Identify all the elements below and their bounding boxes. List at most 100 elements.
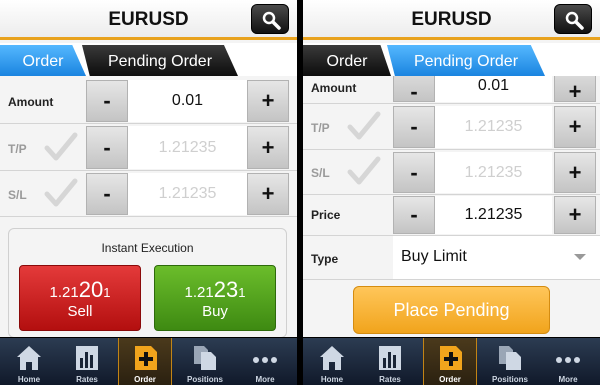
rates-icon xyxy=(379,346,401,370)
sell-price: 1.21201 xyxy=(20,277,140,303)
type-select[interactable]: Buy Limit xyxy=(393,236,600,279)
nav-order-label: Order xyxy=(439,375,461,384)
nav-rates[interactable]: Rates xyxy=(363,338,417,385)
amount-field[interactable]: 0.01 xyxy=(128,80,247,122)
bottom-nav: Home Rates Order Positions More xyxy=(303,337,600,385)
amount-field[interactable]: 0.01 xyxy=(435,76,552,102)
nav-home[interactable]: Home xyxy=(2,338,56,385)
sl-checkbox-icon[interactable] xyxy=(347,155,381,187)
bottom-nav: Home Rates Order Positions More xyxy=(0,337,297,385)
instant-execution-panel: Instant Execution 1.21201 Sell 1.21231 B… xyxy=(8,228,287,338)
tp-row: T/P - 1.21235 + xyxy=(0,124,297,171)
search-button[interactable] xyxy=(554,4,592,34)
sell-price-prefix: 1.21 xyxy=(49,284,79,301)
more-icon xyxy=(556,357,580,363)
nav-home[interactable]: Home xyxy=(305,338,359,385)
sell-button[interactable]: 1.21201 Sell xyxy=(19,265,141,331)
sl-row: S/L - 1.21235 + xyxy=(303,150,600,195)
nav-rates[interactable]: Rates xyxy=(60,338,114,385)
nav-more-label: More xyxy=(255,375,275,384)
nav-home-label: Home xyxy=(17,375,41,384)
nav-positions[interactable]: Positions xyxy=(178,338,232,385)
price-label: Price xyxy=(311,208,341,222)
tab-pending-order[interactable]: Pending Order xyxy=(82,45,238,76)
type-value: Buy Limit xyxy=(401,248,467,265)
tab-order[interactable]: Order xyxy=(0,45,86,76)
order-tabs: Order Pending Order xyxy=(0,43,297,76)
tp-field[interactable]: 1.21235 xyxy=(128,126,247,169)
price-row: Price - 1.21235 + xyxy=(303,195,600,236)
price-minus-button[interactable]: - xyxy=(393,196,435,234)
order-icon xyxy=(440,346,462,370)
buy-button[interactable]: 1.21231 Buy xyxy=(154,265,276,331)
pending-order-screen: EURUSD Order Pending Order Amount - 0.01… xyxy=(303,0,600,385)
nav-home-label: Home xyxy=(320,375,344,384)
buy-price: 1.21231 xyxy=(155,277,275,303)
type-label: Type xyxy=(311,252,339,266)
sell-price-pips: 20 xyxy=(78,277,104,302)
price-plus-button[interactable]: + xyxy=(554,196,596,234)
amount-minus-button[interactable]: - xyxy=(393,76,435,103)
amount-label: Amount xyxy=(8,95,54,109)
nav-positions-label: Positions xyxy=(186,375,223,384)
nav-order-label: Order xyxy=(134,375,156,384)
search-icon xyxy=(262,11,281,30)
tp-checkbox-icon[interactable] xyxy=(347,110,381,142)
nav-more[interactable]: More xyxy=(238,338,292,385)
amount-label: Amount xyxy=(311,81,357,95)
tab-pending-order[interactable]: Pending Order xyxy=(387,45,545,76)
buy-label: Buy xyxy=(202,303,228,320)
app-header: EURUSD xyxy=(0,0,297,40)
buy-price-prefix: 1.21 xyxy=(184,284,214,301)
sell-price-fraction: 1 xyxy=(103,285,111,300)
chevron-down-icon xyxy=(574,254,586,260)
tp-minus-button[interactable]: - xyxy=(86,126,128,169)
amount-minus-button[interactable]: - xyxy=(86,80,128,122)
tp-row: T/P - 1.21235 + xyxy=(303,104,600,150)
nav-order[interactable]: Order xyxy=(118,338,172,385)
tp-plus-button[interactable]: + xyxy=(554,106,596,148)
sl-plus-button[interactable]: + xyxy=(554,152,596,193)
tp-field[interactable]: 1.21235 xyxy=(435,106,552,148)
search-button[interactable] xyxy=(251,4,289,34)
nav-more[interactable]: More xyxy=(541,338,595,385)
price-field[interactable]: 1.21235 xyxy=(435,196,552,234)
home-icon xyxy=(320,346,344,370)
tp-label: T/P xyxy=(8,142,27,156)
nav-rates-label: Rates xyxy=(76,375,98,384)
sl-field[interactable]: 1.21235 xyxy=(128,173,247,215)
nav-positions-label: Positions xyxy=(491,375,528,384)
tp-minus-button[interactable]: - xyxy=(393,106,435,148)
amount-plus-button[interactable]: + xyxy=(247,80,289,122)
tp-plus-button[interactable]: + xyxy=(247,126,289,169)
sl-minus-button[interactable]: - xyxy=(393,152,435,193)
nav-rates-label: Rates xyxy=(379,375,401,384)
sl-label: S/L xyxy=(311,166,330,180)
nav-positions[interactable]: Positions xyxy=(483,338,537,385)
buy-price-fraction: 1 xyxy=(238,285,246,300)
place-pending-button[interactable]: Place Pending xyxy=(353,286,550,334)
amount-plus-button[interactable]: + xyxy=(554,76,596,103)
app-header: EURUSD xyxy=(303,0,600,40)
search-icon xyxy=(565,11,584,30)
order-tabs: Order Pending Order xyxy=(303,43,600,76)
tp-checkbox-icon[interactable] xyxy=(44,131,78,163)
sl-row: S/L - 1.21235 + xyxy=(0,171,297,217)
sell-label: Sell xyxy=(67,303,93,320)
tab-order[interactable]: Order xyxy=(303,45,391,76)
execution-title: Instant Execution xyxy=(101,241,194,255)
tp-label: T/P xyxy=(311,121,330,135)
home-icon xyxy=(17,346,41,370)
positions-icon xyxy=(194,346,216,370)
positions-icon xyxy=(499,346,521,370)
sl-plus-button[interactable]: + xyxy=(247,173,289,215)
nav-order[interactable]: Order xyxy=(423,338,477,385)
rates-icon xyxy=(76,346,98,370)
buy-price-pips: 23 xyxy=(213,277,239,302)
sl-checkbox-icon[interactable] xyxy=(44,177,78,209)
order-icon xyxy=(135,346,157,370)
sl-minus-button[interactable]: - xyxy=(86,173,128,215)
sl-field[interactable]: 1.21235 xyxy=(435,152,552,193)
amount-row: Amount - 0.01 + xyxy=(303,76,600,104)
type-row: Type Buy Limit xyxy=(303,236,600,280)
